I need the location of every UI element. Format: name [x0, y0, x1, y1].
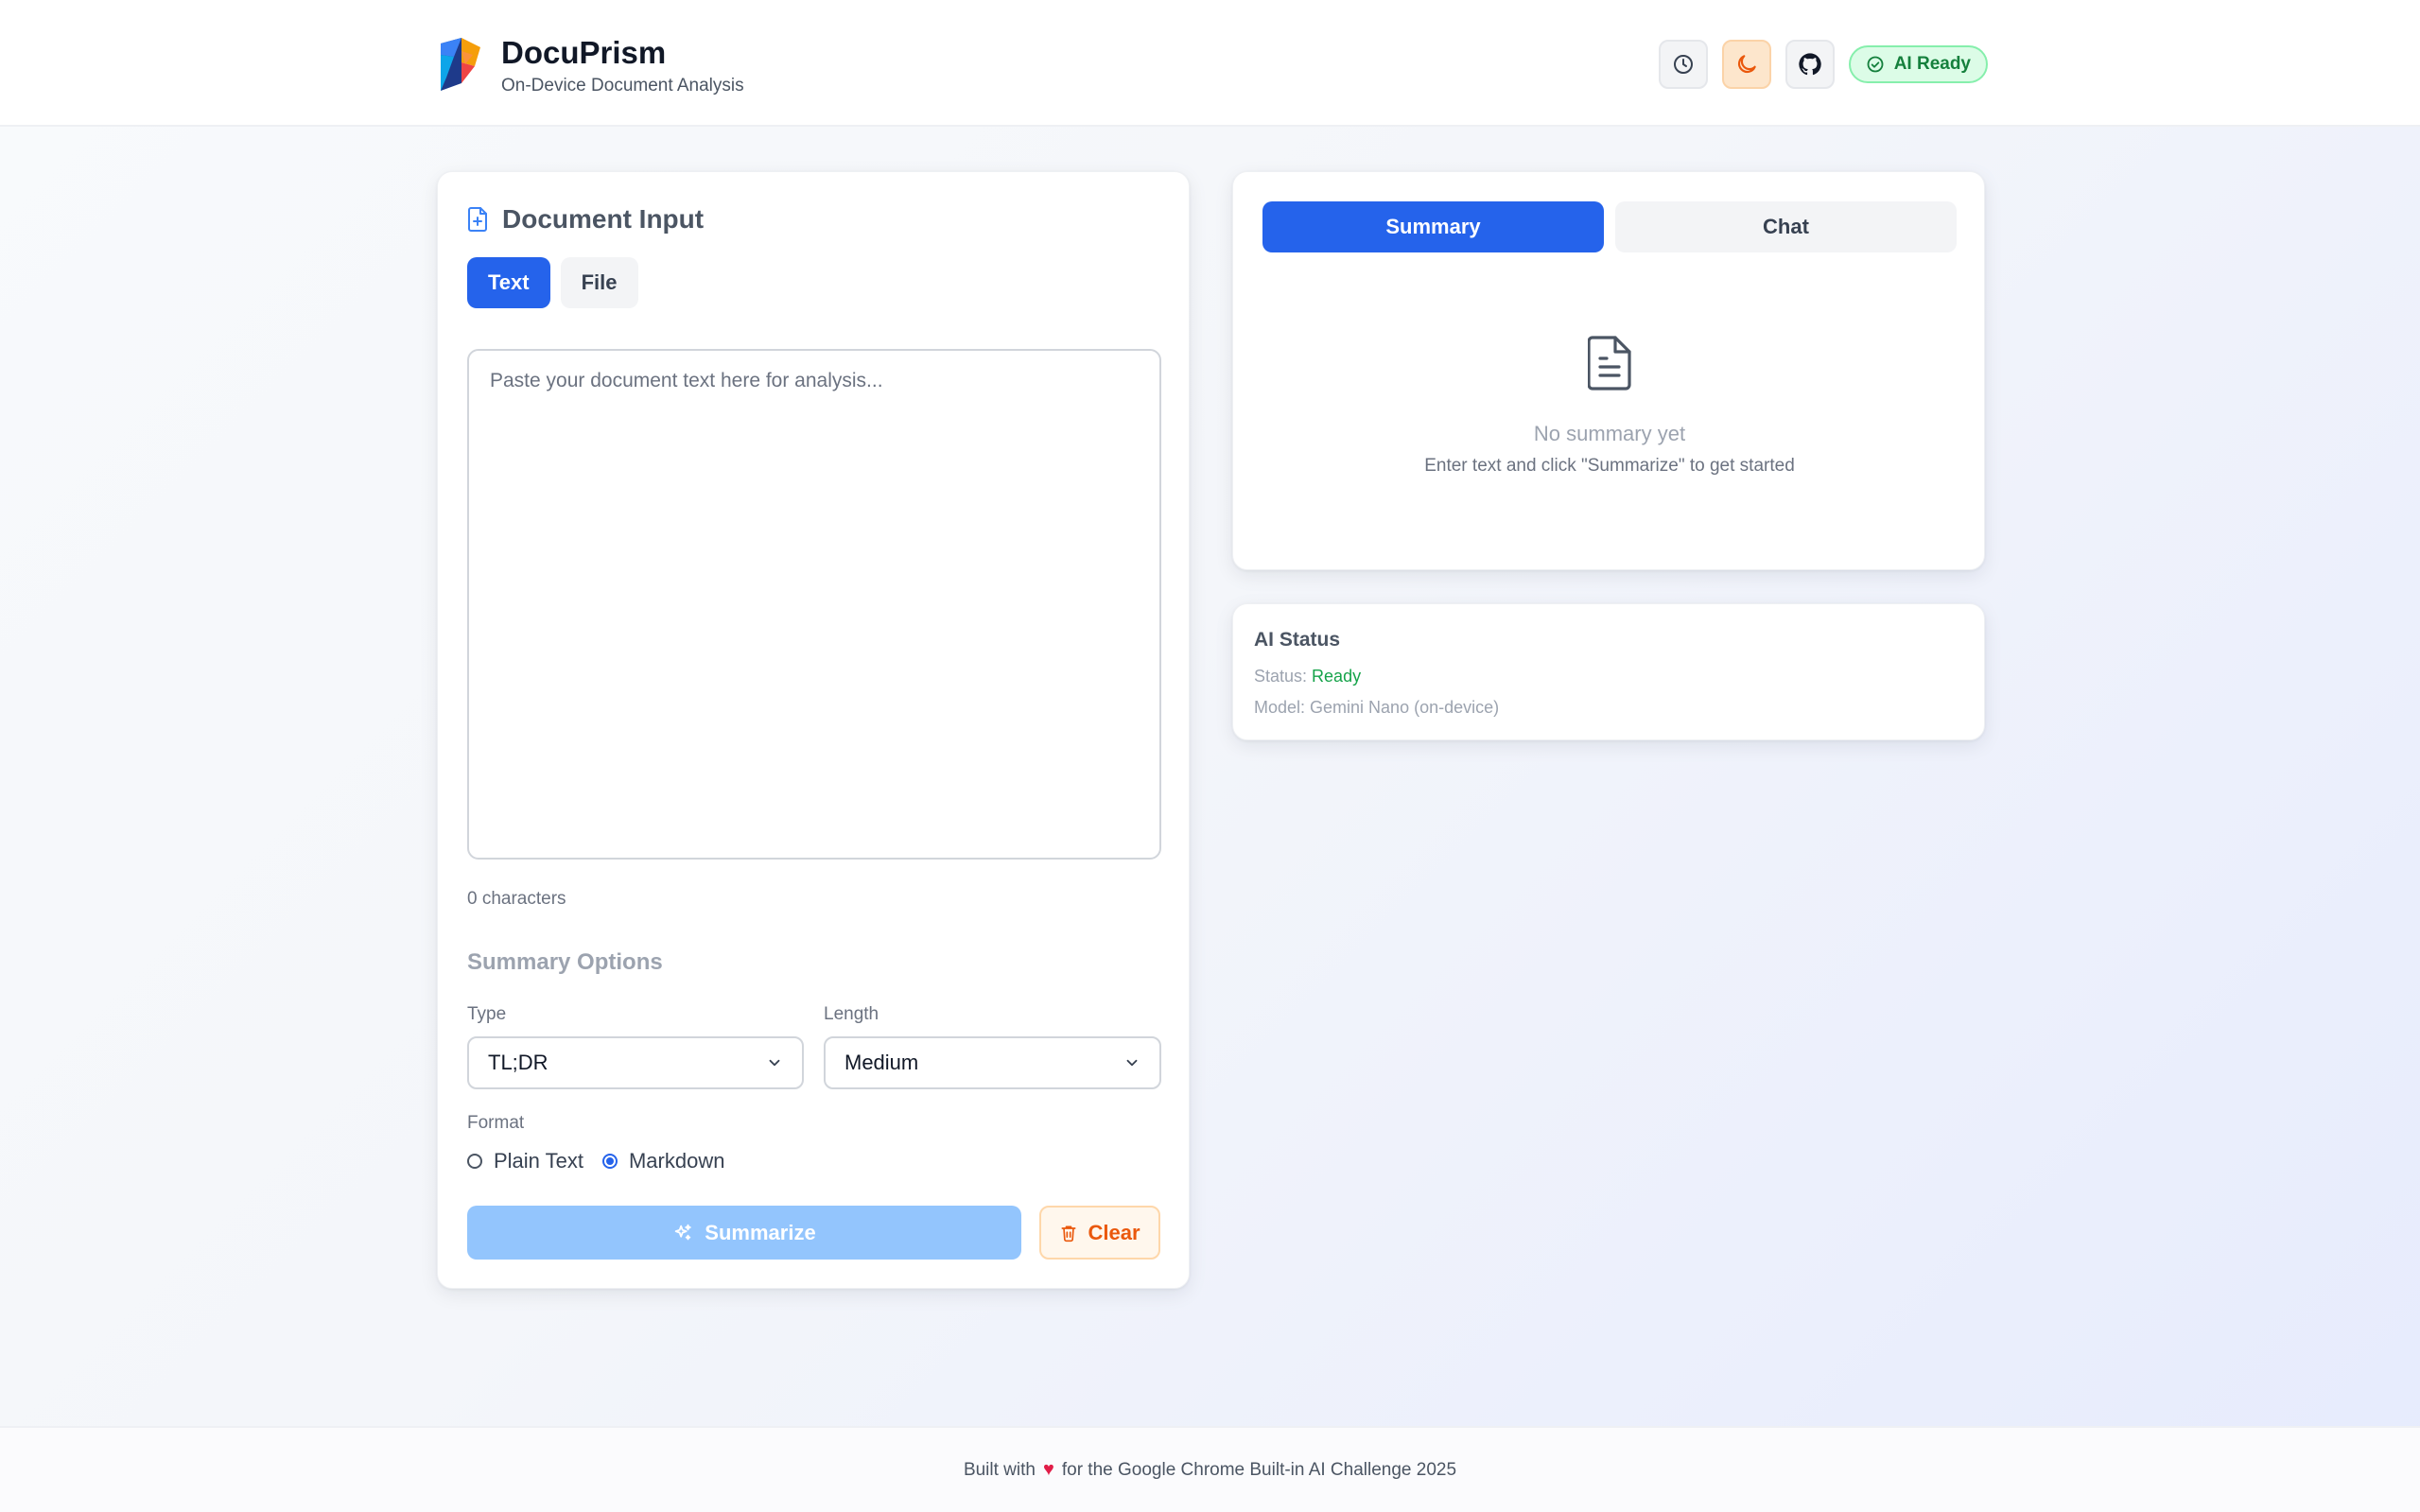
length-select-value: Medium — [844, 1051, 919, 1074]
app-tagline: On-Device Document Analysis — [501, 76, 744, 96]
ai-ready-label: AI Ready — [1893, 54, 1971, 74]
app-footer: Built with ♥ for the Google Chrome Built… — [0, 1426, 2420, 1512]
chevron-down-icon — [769, 1059, 780, 1067]
tab-file[interactable]: File — [560, 257, 638, 308]
status-line: Status: Ready — [1254, 667, 1361, 686]
theme-toggle-button[interactable] — [1721, 40, 1771, 89]
status-value: Ready — [1312, 667, 1362, 686]
document-input-card: Document Input Text File 0 characters Su… — [437, 171, 1190, 1289]
format-radio-group: Plain Text Markdown — [467, 1149, 743, 1173]
github-button[interactable] — [1785, 40, 1835, 89]
radio-markdown[interactable] — [601, 1154, 618, 1169]
app-name: DocuPrism — [501, 35, 667, 70]
brand[interactable]: DocuPrism On-Device Document Analysis — [437, 34, 744, 98]
type-label: Type — [467, 1004, 507, 1024]
format-label: Format — [467, 1113, 525, 1133]
result-tabs: Summary Chat — [1262, 201, 1957, 252]
tab-summary[interactable]: Summary — [1262, 201, 1604, 252]
summarize-label: Summarize — [705, 1220, 816, 1244]
github-icon — [1799, 53, 1821, 76]
length-select[interactable]: Medium — [824, 1036, 1161, 1089]
type-select-value: TL;DR — [488, 1051, 548, 1074]
ai-ready-badge: AI Ready — [1848, 45, 1988, 83]
chevron-down-icon — [1126, 1059, 1138, 1067]
input-mode-tabs: Text File — [467, 257, 638, 308]
history-button[interactable] — [1658, 40, 1708, 89]
document-input-title: Document Input — [468, 204, 704, 235]
clear-label: Clear — [1088, 1220, 1140, 1244]
document-icon — [1588, 336, 1631, 391]
tab-chat[interactable]: Chat — [1615, 201, 1957, 252]
check-circle-icon — [1867, 56, 1884, 73]
radio-markdown-label[interactable]: Markdown — [629, 1149, 724, 1173]
summarize-button[interactable]: Summarize — [467, 1206, 1021, 1260]
empty-summary-title: No summary yet — [1533, 422, 1686, 445]
model-line: Model: Gemini Nano (on-device) — [1254, 698, 1500, 717]
type-select[interactable]: TL;DR — [467, 1036, 804, 1089]
character-count: 0 characters — [467, 889, 566, 909]
radio-plain-text-label[interactable]: Plain Text — [494, 1149, 583, 1173]
summary-card: Summary Chat No summary yet Enter text a… — [1232, 171, 1985, 570]
docuprism-logo-icon — [441, 38, 480, 91]
sparkles-icon — [675, 1224, 692, 1240]
heart-icon: ♥ — [1042, 1459, 1054, 1480]
clear-button[interactable]: Clear — [1039, 1206, 1160, 1260]
document-input-heading: Document Input — [502, 204, 705, 234]
moon-icon — [1737, 55, 1756, 74]
summary-options-title: Summary Options — [467, 949, 663, 975]
file-plus-icon — [468, 207, 487, 232]
footer-suffix: for the Google Chrome Built-in AI Challe… — [1061, 1459, 1457, 1480]
tab-text[interactable]: Text — [467, 257, 550, 308]
ai-status-title: AI Status — [1254, 629, 1341, 651]
status-prefix: Status: — [1254, 667, 1308, 686]
history-icon — [1673, 55, 1693, 74]
radio-plain-text[interactable] — [467, 1154, 482, 1169]
length-label: Length — [824, 1004, 879, 1024]
document-text-input[interactable] — [467, 349, 1161, 860]
trash-icon — [1061, 1225, 1076, 1242]
footer-prefix: Built with — [963, 1459, 1036, 1480]
ai-status-card: AI Status Status: Ready Model: Gemini Na… — [1232, 603, 1985, 740]
empty-summary-subtitle: Enter text and click "Summarize" to get … — [1424, 456, 1795, 476]
app-header: DocuPrism On-Device Document Analysis AI… — [0, 0, 2420, 127]
